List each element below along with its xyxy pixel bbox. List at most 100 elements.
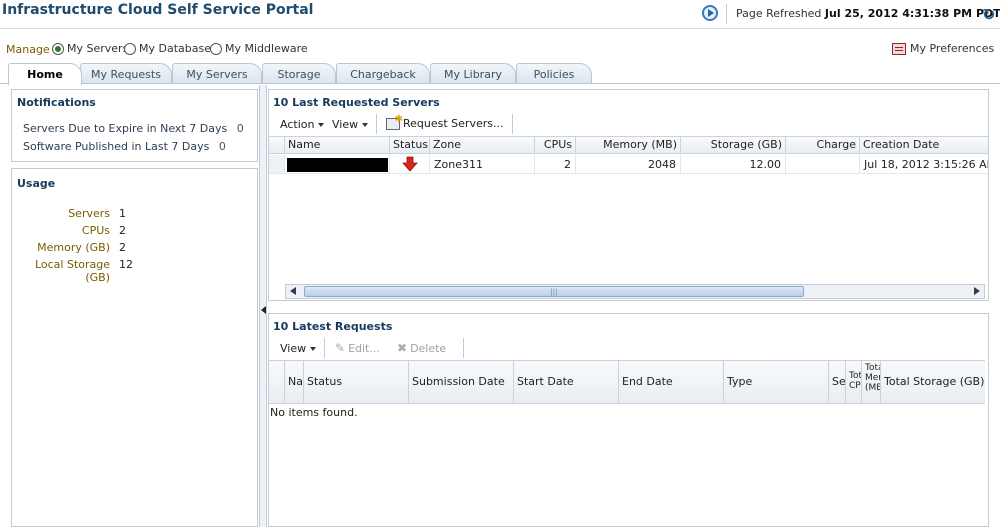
redacted-name [287,158,388,172]
tab-storage[interactable]: Storage [262,63,336,84]
column-header-status[interactable]: Status [304,361,409,403]
row-select-header [269,361,285,403]
chevron-down-icon [310,347,317,351]
usage-value: 2 [119,241,126,254]
radio-selected-icon[interactable] [52,42,64,55]
toolbar-divider [512,114,513,134]
usage-panel: Usage Servers 1 CPUs 2 Memory (GB) 2 Loc… [11,168,258,527]
servers-grid-header: Name Status Zone CPUs Memory (MB) Storag… [269,136,988,154]
action-menu[interactable]: Action [280,118,325,131]
server-name-cell[interactable] [285,155,390,173]
requests-grid-header: Name Status Submission Date Start Date E… [269,360,985,404]
column-header-status[interactable]: Status [390,137,430,153]
radio-label[interactable]: My Databases [139,42,217,55]
scrollbar-thumb[interactable]: ||| [304,286,804,297]
view-menu[interactable]: View [332,118,369,131]
column-header-submission-date[interactable]: Submission Date [409,361,514,403]
delete-button[interactable]: ✖ Delete [397,341,446,355]
radio-my-databases[interactable]: My Databases [124,42,217,55]
collapse-left-icon[interactable] [261,306,266,314]
column-header-total-storage[interactable]: Total Storage (GB) [881,361,985,403]
notification-count[interactable]: 0 [237,122,244,135]
tab-my-servers[interactable]: My Servers [172,63,262,84]
server-cpus-cell: 2 [535,155,576,173]
column-header-name[interactable]: Name [285,361,304,403]
tab-rule [0,83,1000,84]
page-refreshed-status: Page Refreshed Jul 25, 2012 4:31:38 PM P… [736,7,1000,20]
refresh-time: Jul 25, 2012 4:31:38 PM PDT [824,7,1000,20]
refresh-prefix: Page Refreshed [736,7,822,20]
preferences-icon[interactable] [892,42,906,55]
column-header-charge[interactable]: Charge [786,137,860,153]
edit-button[interactable]: ✎ Edit... [335,341,380,355]
usage-value: 1 [119,207,126,220]
server-storage-cell: 12.00 [681,155,786,173]
notification-count[interactable]: 0 [219,140,226,153]
chevron-down-icon [318,123,325,127]
view-label[interactable]: View [332,118,358,131]
usage-label: CPUs [81,224,110,237]
toolbar-divider [324,338,325,358]
view-label[interactable]: View [280,342,306,355]
manage-label: Manage [6,43,50,56]
view-menu[interactable]: View [280,342,317,355]
usage-label: Memory (GB) [37,241,110,254]
column-header-memory[interactable]: Memory (MB) [576,137,681,153]
radio-unselected-icon[interactable] [124,42,136,55]
edit-label[interactable]: Edit... [348,342,380,355]
column-header-zone[interactable]: Zone [430,137,535,153]
chevron-down-icon [362,123,369,127]
server-creation-date-cell: Jul 18, 2012 3:15:26 AM PDT [864,158,988,171]
requests-panel: 10 Latest Requests View ✎ Edit... ✖ Dele… [268,313,989,527]
delete-x-icon: ✖ [397,341,408,355]
notification-label: Software Published in Last 7 Days [23,140,210,153]
request-servers-button[interactable]: ✱ Request Servers... [386,114,503,130]
usage-value: 12 [119,258,133,271]
column-header-servers[interactable]: Servers [829,361,846,403]
column-header-storage[interactable]: Storage (GB) [681,137,786,153]
tab-my-requests[interactable]: My Requests [80,63,172,84]
delete-label[interactable]: Delete [410,342,446,355]
notifications-title: Notifications [17,96,96,109]
column-header-total-memory[interactable]: Total Memory (MB) [862,361,881,403]
radio-label[interactable]: My Servers [67,42,128,55]
horizontal-scrollbar[interactable]: ||| [285,284,985,299]
column-header-total-cpus[interactable]: Total CPUs [846,361,862,403]
column-header-start-date[interactable]: Start Date [514,361,619,403]
column-header-name[interactable]: Name [285,137,390,153]
servers-title: 10 Last Requested Servers [273,96,440,109]
tab-my-library[interactable]: My Library [430,63,516,84]
usage-label: Servers [68,207,110,220]
radio-unselected-icon[interactable] [210,42,222,55]
notification-item: Software Published in Last 7 Days 0 [23,140,226,153]
usage-label: Local Storage (GB) [34,258,110,284]
row-select-header [269,137,285,153]
tab-chargeback[interactable]: Chargeback [336,63,430,84]
column-header-type[interactable]: Type [724,361,829,403]
server-memory-cell: 2048 [576,155,681,173]
tab-policies[interactable]: Policies [516,63,592,84]
scroll-left-icon[interactable] [287,285,300,298]
column-header-end-date[interactable]: End Date [619,361,724,403]
row-selector[interactable] [269,155,285,173]
refresh-play-icon[interactable] [702,5,718,21]
usage-value: 2 [119,224,126,237]
my-preferences-link[interactable]: My Preferences [892,42,994,55]
column-header-cpus[interactable]: CPUs [535,137,576,153]
toolbar-divider [463,338,464,358]
servers-panel: 10 Last Requested Servers Action View ✱ … [268,89,989,301]
radio-my-middleware[interactable]: My Middleware [210,42,308,55]
requests-title: 10 Latest Requests [273,320,393,333]
radio-label[interactable]: My Middleware [225,42,308,55]
scroll-right-icon[interactable] [970,285,983,298]
column-header-creation-date[interactable]: Creation Date [860,137,988,153]
table-row[interactable]: Zone311 2 2048 12.00 Jul 18, 2012 3:15:2… [269,155,988,174]
request-servers-label[interactable]: Request Servers... [403,117,503,130]
action-label[interactable]: Action [280,118,314,131]
empty-table-message: No items found. [270,406,358,419]
preferences-label[interactable]: My Preferences [910,42,994,55]
tab-home[interactable]: Home [8,63,82,85]
status-down-arrow-icon [402,156,418,172]
radio-my-servers[interactable]: My Servers [52,42,128,55]
reload-icon[interactable]: ↻ [982,5,995,24]
